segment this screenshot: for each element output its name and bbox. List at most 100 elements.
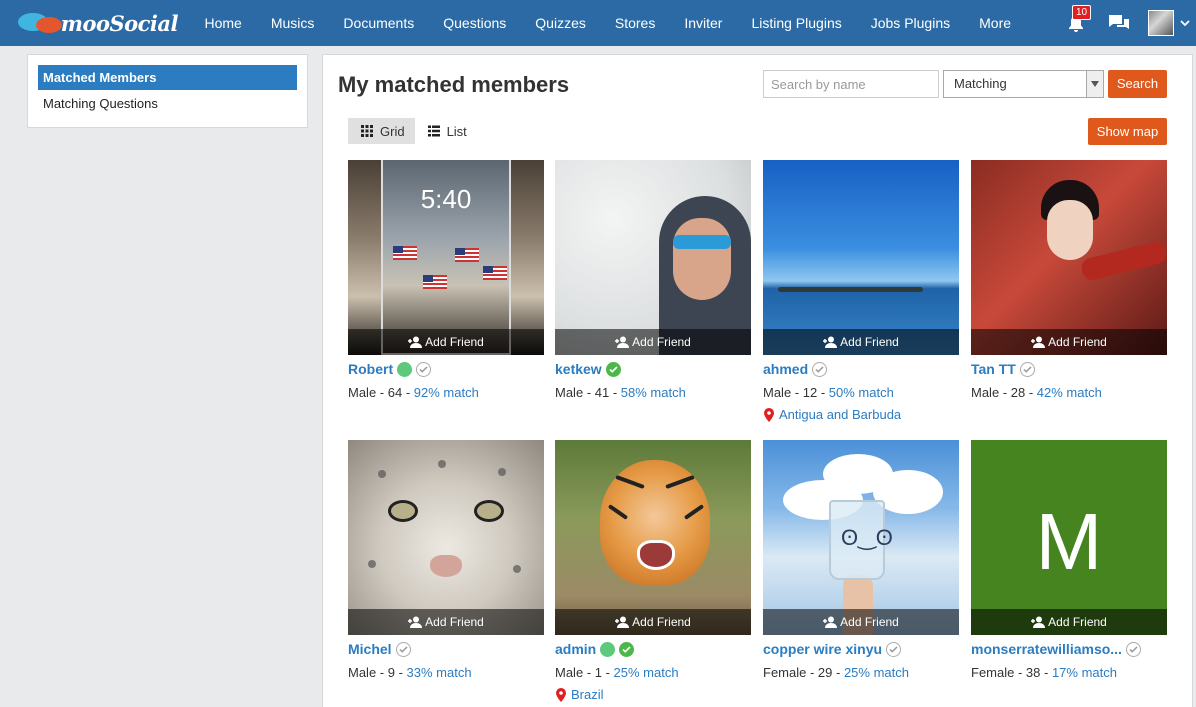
unverified-check-icon (416, 361, 432, 377)
map-pin-icon (764, 407, 774, 422)
add-user-icon (823, 616, 838, 628)
add-friend-label: Add Friend (1048, 615, 1107, 629)
nav-home[interactable]: Home (190, 0, 256, 46)
add-friend-button[interactable]: Add Friend (348, 609, 544, 635)
add-friend-button[interactable]: Add Friend (763, 329, 959, 355)
match-percent-link[interactable]: 50% match (829, 385, 894, 400)
search-input[interactable] (763, 70, 939, 98)
grid-icon (361, 125, 373, 137)
page-title: My matched members (338, 72, 570, 97)
add-user-icon (615, 616, 630, 628)
filter-select-value: Matching (954, 76, 1007, 91)
nav-inviter[interactable]: Inviter (670, 0, 737, 46)
member-name[interactable]: Tan TT (971, 361, 1016, 377)
member-photo[interactable]: Add Friend (348, 440, 544, 635)
user-controls: 10 (1066, 0, 1196, 46)
nav-musics[interactable]: Musics (256, 0, 329, 46)
unverified-check-icon (886, 641, 902, 657)
nav-stores[interactable]: Stores (600, 0, 669, 46)
list-view-label: List (446, 123, 467, 139)
member-photo[interactable]: Add Friend (555, 160, 751, 355)
grid-view-label: Grid (380, 123, 405, 139)
site-logo[interactable]: mooSocial (18, 0, 179, 46)
member-info: Male - 9 - 33% match (348, 665, 472, 680)
member-name[interactable]: Robert (348, 361, 393, 377)
unverified-check-icon (395, 641, 411, 657)
add-friend-label: Add Friend (425, 615, 484, 629)
member-name[interactable]: ketkew (555, 361, 602, 377)
add-user-icon (615, 336, 630, 348)
member-photo[interactable]: Add Friend (763, 160, 959, 355)
member-info: Male - 41 - 58% match (555, 385, 686, 400)
map-pin-icon (556, 687, 566, 702)
main-menu: Home Musics Documents Questions Quizzes … (190, 0, 1026, 46)
nav-listing-plugins[interactable]: Listing Plugins (737, 0, 856, 46)
match-percent-link[interactable]: 58% match (621, 385, 686, 400)
member-card: Add Friend Michel Male - 9 - 33% match (348, 440, 544, 680)
notification-count-badge: 10 (1072, 5, 1092, 20)
list-view-button[interactable]: List (415, 118, 477, 144)
member-card: 5:40 Add Friend Robert Male - 64 - 92% m… (348, 160, 544, 400)
match-percent-link[interactable]: 42% match (1037, 385, 1102, 400)
member-name[interactable]: monserratewilliamso... (971, 641, 1122, 657)
add-friend-button[interactable]: Add Friend (971, 609, 1167, 635)
match-percent-link[interactable]: 25% match (614, 665, 679, 680)
add-friend-label: Add Friend (632, 335, 691, 349)
member-name[interactable]: ahmed (763, 361, 808, 377)
member-info: Male - 1 - 25% match (555, 665, 679, 680)
member-photo[interactable]: ʘ‿ʘ Add Friend (763, 440, 959, 635)
match-percent-link[interactable]: 17% match (1052, 665, 1117, 680)
member-photo[interactable]: M Add Friend (971, 440, 1167, 635)
show-map-button[interactable]: Show map (1088, 118, 1167, 145)
member-location: Antigua and Barbuda (779, 407, 902, 422)
member-name[interactable]: admin (555, 641, 596, 657)
member-info: Female - 38 - 17% match (971, 665, 1117, 680)
nav-jobs-plugins[interactable]: Jobs Plugins (856, 0, 964, 46)
unverified-check-icon (812, 361, 828, 377)
nav-quizzes[interactable]: Quizzes (521, 0, 601, 46)
member-location-link[interactable]: Antigua and Barbuda (763, 407, 959, 422)
add-friend-label: Add Friend (840, 615, 899, 629)
grid-view-button[interactable]: Grid (348, 118, 415, 144)
nav-questions[interactable]: Questions (429, 0, 521, 46)
match-percent-link[interactable]: 25% match (844, 665, 909, 680)
view-toggle: Grid List (348, 118, 477, 144)
member-card: Add Friend Tan TT Male - 28 - 42% match (971, 160, 1167, 400)
member-location: Brazil (571, 687, 604, 702)
list-icon (427, 125, 440, 137)
search-button[interactable]: Search (1108, 70, 1167, 98)
add-user-icon (1031, 336, 1046, 348)
add-friend-button[interactable]: Add Friend (348, 329, 544, 355)
nav-more[interactable]: More (965, 0, 1026, 46)
main-panel: My matched members Matching Search Grid … (322, 54, 1193, 707)
top-navbar: mooSocial Home Musics Documents Question… (0, 0, 1196, 46)
add-friend-label: Add Friend (425, 335, 484, 349)
member-name[interactable]: copper wire xinyu (763, 641, 882, 657)
match-percent-link[interactable]: 33% match (407, 665, 472, 680)
match-percent-link[interactable]: 92% match (414, 385, 479, 400)
member-info: Male - 28 - 42% match (971, 385, 1102, 400)
chevron-down-icon[interactable] (1180, 18, 1190, 28)
add-friend-button[interactable]: Add Friend (555, 609, 751, 635)
member-photo[interactable]: Add Friend (971, 160, 1167, 355)
member-photo[interactable]: Add Friend (555, 440, 751, 635)
filter-select[interactable]: Matching (943, 70, 1104, 98)
add-friend-button[interactable]: Add Friend (763, 609, 959, 635)
messages-icon[interactable] (1108, 13, 1130, 33)
member-card: Add Friend admin Male - 1 - 25% match Br… (555, 440, 751, 702)
member-location-link[interactable]: Brazil (555, 687, 751, 702)
sidebar-item-matched-members[interactable]: Matched Members (38, 65, 297, 90)
add-friend-button[interactable]: Add Friend (555, 329, 751, 355)
phone-screen-time: 5:40 (420, 184, 472, 214)
sidebar-item-matching-questions[interactable]: Matching Questions (38, 91, 297, 116)
member-card: ʘ‿ʘ Add Friend copper wire xinyu Female … (763, 440, 959, 680)
online-status-icon (600, 641, 616, 657)
verified-check-icon (605, 361, 621, 377)
user-avatar[interactable] (1148, 10, 1174, 36)
member-name[interactable]: Michel (348, 641, 392, 657)
avatar-letter: M (1035, 497, 1103, 586)
add-friend-button[interactable]: Add Friend (971, 329, 1167, 355)
nav-documents[interactable]: Documents (329, 0, 429, 46)
notifications-button[interactable]: 10 (1066, 5, 1092, 34)
member-photo[interactable]: 5:40 Add Friend (348, 160, 544, 355)
